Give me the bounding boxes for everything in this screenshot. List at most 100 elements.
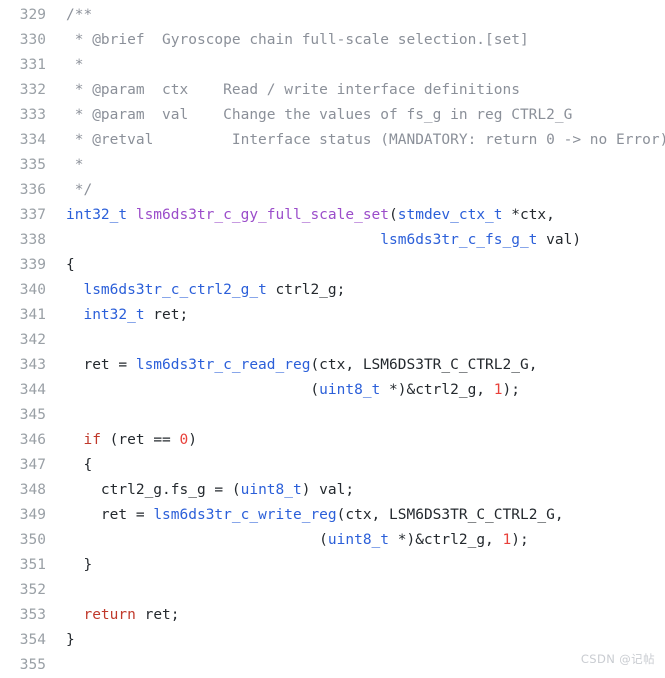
line-content[interactable]: } [46, 628, 665, 653]
code-line[interactable]: 350 (uint8_t *)&ctrl2_g, 1); [0, 528, 665, 553]
token-plain: ret; [135, 607, 180, 623]
line-content[interactable]: int32_t ret; [46, 303, 665, 328]
code-line[interactable]: 347 { [0, 453, 665, 478]
code-line[interactable]: 351 } [0, 553, 665, 578]
token-plain: ) [188, 432, 197, 448]
token-comment: */ [66, 182, 93, 198]
line-content[interactable] [46, 328, 665, 353]
line-number: 352 [19, 582, 46, 598]
line-content[interactable] [46, 578, 665, 603]
line-content[interactable]: (uint8_t *)&ctrl2_g, 1); [46, 378, 665, 403]
line-content[interactable]: ctrl2_g.fs_g = (uint8_t) val; [46, 478, 665, 503]
code-line[interactable]: 352 [0, 578, 665, 603]
code-line[interactable]: 354} [0, 628, 665, 653]
code-line[interactable]: 344 (uint8_t *)&ctrl2_g, 1); [0, 378, 665, 403]
token-plain: *ctx, [502, 207, 555, 223]
code-line[interactable]: 355 [0, 653, 665, 678]
token-plain: *)&ctrl2_g, [389, 532, 503, 548]
line-number: 342 [19, 332, 46, 348]
line-number: 337 [19, 207, 46, 223]
line-content[interactable]: /** [46, 3, 665, 28]
token-comment: * @brief Gyroscope chain full-scale sele… [66, 32, 529, 48]
code-line[interactable]: 336 */ [0, 178, 665, 203]
line-content[interactable]: * @brief Gyroscope chain full-scale sele… [46, 28, 665, 53]
token-plain: ( [66, 382, 320, 398]
code-line[interactable]: 345 [0, 403, 665, 428]
line-content[interactable]: return ret; [46, 603, 665, 628]
line-content[interactable]: { [46, 453, 665, 478]
code-line[interactable]: 349 ret = lsm6ds3tr_c_write_reg(ctx, LSM… [0, 503, 665, 528]
line-content[interactable]: int32_t lsm6ds3tr_c_gy_full_scale_set(st… [46, 203, 665, 228]
line-number: 332 [19, 82, 46, 98]
token-plain: (ctx, LSM6DS3TR_C_CTRL2_G, [336, 507, 564, 523]
line-content[interactable]: * @param ctx Read / write interface defi… [46, 78, 665, 103]
line-number: 353 [19, 607, 46, 623]
line-number: 341 [19, 307, 46, 323]
code-line[interactable]: 338 lsm6ds3tr_c_fs_g_t val) [0, 228, 665, 253]
line-number: 350 [19, 532, 46, 548]
line-content[interactable]: */ [46, 178, 665, 203]
code-lines-container: 329 /** 330 * @brief Gyroscope chain full-… [0, 3, 665, 678]
line-content[interactable]: lsm6ds3tr_c_fs_g_t val) [46, 228, 665, 253]
line-number: 339 [19, 257, 46, 273]
code-line[interactable]: 335 * [0, 153, 665, 178]
line-number: 333 [19, 107, 46, 123]
line-number: 355 [19, 657, 46, 673]
line-content[interactable]: if (ret == 0) [46, 428, 665, 453]
line-content[interactable] [46, 653, 665, 678]
line-content[interactable]: * [46, 53, 665, 78]
token-plain: { [66, 257, 75, 273]
token-plain: ret; [144, 307, 189, 323]
code-listing[interactable]: 329 /** 330 * @brief Gyroscope chain full-… [0, 0, 665, 675]
token-function-definition: lsm6ds3tr_c_gy_full_scale_set [135, 207, 390, 223]
token-type: uint8_t [240, 482, 302, 498]
line-content[interactable]: * @param val Change the values of fs_g i… [46, 103, 665, 128]
code-line[interactable]: 333 * @param val Change the values of fs… [0, 103, 665, 128]
code-line[interactable]: 341 int32_t ret; [0, 303, 665, 328]
token-comment: * [66, 157, 84, 173]
code-line[interactable]: 332 * @param ctx Read / write interface … [0, 78, 665, 103]
code-line[interactable]: 339 { [0, 253, 665, 278]
token-number: 1 [493, 382, 503, 398]
line-number: 343 [19, 357, 46, 373]
line-number: 344 [19, 382, 46, 398]
token-plain: ) val; [301, 482, 355, 498]
line-number: 349 [19, 507, 46, 523]
line-content[interactable]: (uint8_t *)&ctrl2_g, 1); [46, 528, 665, 553]
code-line[interactable]: 340 lsm6ds3tr_c_ctrl2_g_t ctrl2_g; [0, 278, 665, 303]
token-type: lsm6ds3tr_c_fs_g_t [380, 232, 538, 248]
line-content[interactable]: * @retval Interface status (MANDATORY: r… [46, 128, 665, 153]
token-plain: ); [511, 532, 529, 548]
code-line[interactable]: 346 if (ret == 0) [0, 428, 665, 453]
token-plain: *)&ctrl2_g, [380, 382, 494, 398]
line-number: 354 [19, 632, 46, 648]
line-number: 329 [19, 7, 46, 23]
code-line[interactable]: 330 * @brief Gyroscope chain full-scale … [0, 28, 665, 53]
code-line[interactable]: 334 * @retval Interface status (MANDATOR… [0, 128, 665, 153]
line-number: 334 [19, 132, 46, 148]
code-line[interactable]: 329 /** [0, 3, 665, 28]
token-plain: ( [66, 532, 328, 548]
line-number: 335 [19, 157, 46, 173]
line-content[interactable] [46, 403, 665, 428]
token-comment: * [66, 57, 84, 73]
code-line[interactable]: 337 int32_t lsm6ds3tr_c_gy_full_scale_set… [0, 203, 665, 228]
line-number: 340 [19, 282, 46, 298]
line-content[interactable]: lsm6ds3tr_c_ctrl2_g_t ctrl2_g; [46, 278, 665, 303]
code-line[interactable]: 331 * [0, 53, 665, 78]
token-type: stmdev_ctx_t [397, 207, 503, 223]
token-type: uint8_t [319, 382, 381, 398]
line-content[interactable]: * [46, 153, 665, 178]
token-plain: (ret == [100, 432, 180, 448]
code-line[interactable]: 343 ret = lsm6ds3tr_c_read_reg(ctx, LSM6… [0, 353, 665, 378]
line-number: 347 [19, 457, 46, 473]
line-content[interactable]: { [46, 253, 665, 278]
code-line[interactable]: 342 [0, 328, 665, 353]
line-content[interactable]: ret = lsm6ds3tr_c_write_reg(ctx, LSM6DS3… [46, 503, 665, 528]
code-line[interactable]: 348 ctrl2_g.fs_g = (uint8_t) val; [0, 478, 665, 503]
code-line[interactable]: 353 return ret; [0, 603, 665, 628]
line-content[interactable]: } [46, 553, 665, 578]
line-content[interactable]: ret = lsm6ds3tr_c_read_reg(ctx, LSM6DS3T… [46, 353, 665, 378]
